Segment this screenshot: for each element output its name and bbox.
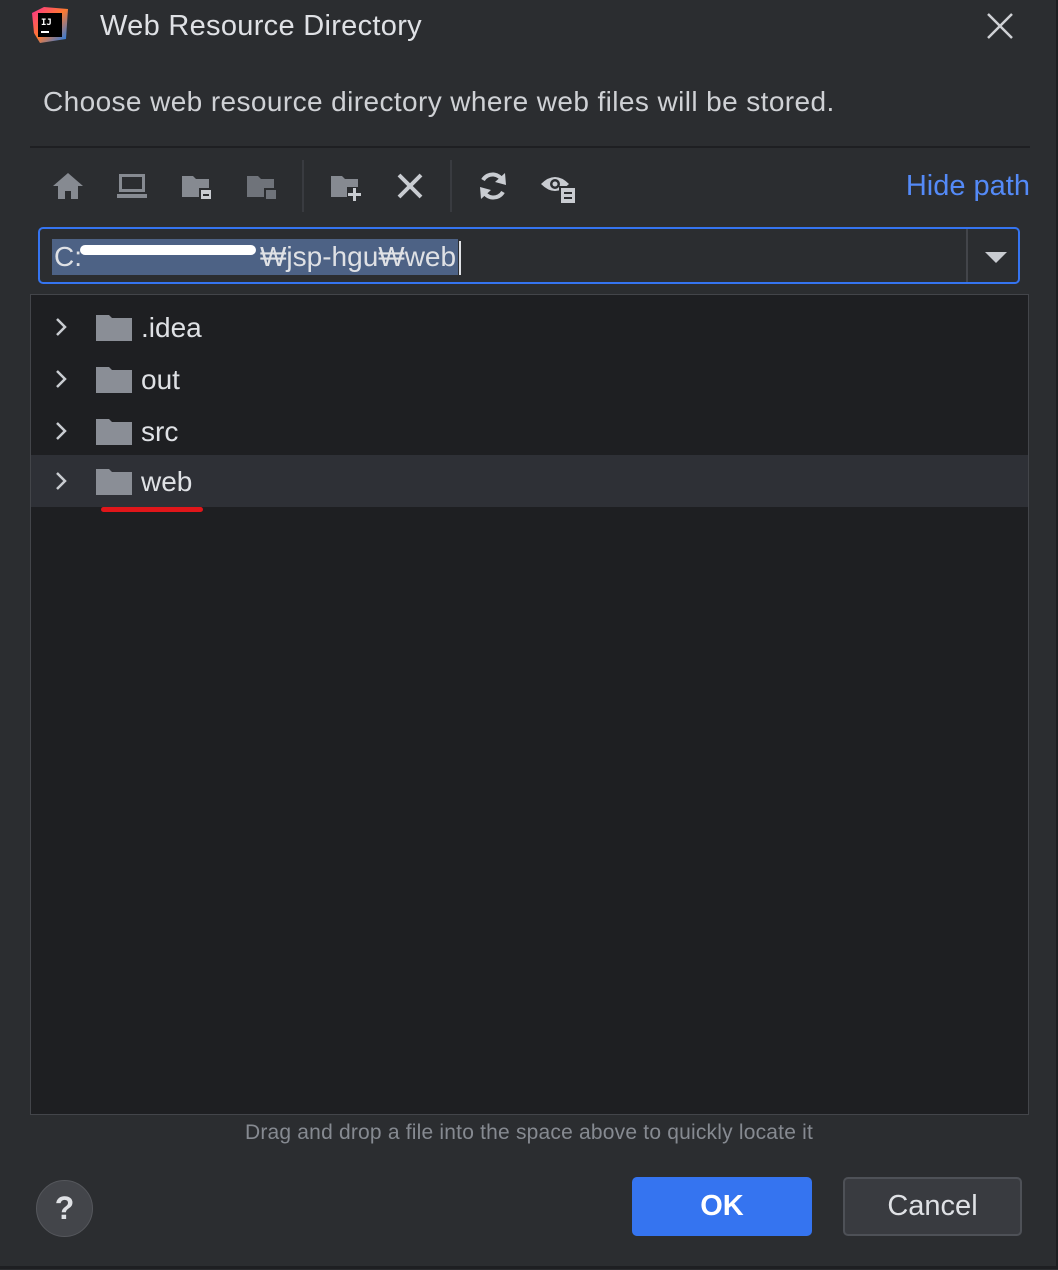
intellij-idea-icon: IJ: [32, 7, 68, 43]
separator: [30, 146, 1030, 148]
tree-item-label: out: [141, 364, 180, 395]
toolbar: Hide path: [30, 156, 1030, 216]
tree-item-label: web: [141, 466, 193, 497]
drag-drop-hint: Drag and drop a file into the space abov…: [244, 1121, 814, 1144]
new-folder-button[interactable]: [322, 162, 370, 210]
folder-icon: [96, 419, 132, 445]
chevron-right-icon[interactable]: [51, 469, 71, 493]
dialog-description: Choose web resource directory where web …: [43, 86, 835, 117]
tree-item-idea[interactable]: .idea: [31, 301, 1028, 353]
tree-item-src[interactable]: src: [31, 405, 1028, 457]
ok-button[interactable]: OK: [632, 1177, 812, 1236]
toolbar-separator: [302, 160, 304, 212]
new-folder-icon: [331, 176, 362, 202]
path-prefix: C:: [54, 241, 82, 272]
home-button[interactable]: [44, 162, 92, 210]
home-icon: [53, 173, 83, 199]
chevron-down-icon[interactable]: [982, 245, 1010, 269]
folder-icon: [96, 367, 132, 393]
file-tree[interactable]: .idea out src web: [30, 294, 1029, 1115]
cancel-button[interactable]: Cancel: [843, 1177, 1022, 1236]
module-folder-button[interactable]: [238, 162, 286, 210]
path-suffix: ₩jsp-hgu₩web: [260, 241, 457, 272]
text-caret: [459, 241, 462, 275]
chevron-right-icon[interactable]: [51, 367, 71, 391]
folder-icon: [96, 469, 132, 495]
delete-button[interactable]: [386, 162, 434, 210]
combo-separator: [966, 229, 968, 282]
module-folder-icon: [247, 176, 277, 200]
tree-item-out[interactable]: out: [31, 353, 1028, 405]
tree-item-label: .idea: [141, 312, 202, 343]
web-resource-directory-dialog: IJ Web Resource Directory Choose web res…: [0, 0, 1058, 1269]
delete-icon: [397, 173, 423, 199]
refresh-button[interactable]: [469, 162, 517, 210]
dialog-title: Web Resource Directory: [100, 10, 422, 42]
project-folder-icon: [182, 176, 212, 200]
show-hidden-files-icon: [541, 177, 577, 204]
tree-item-label: src: [141, 416, 179, 447]
desktop-button[interactable]: [108, 162, 156, 210]
refresh-icon: [480, 172, 506, 200]
redaction-mark: [80, 245, 256, 255]
tree-item-web[interactable]: web: [31, 455, 1028, 512]
desktop-icon: [117, 174, 147, 198]
path-input[interactable]: C: ₩jsp-hgu₩web: [38, 227, 1020, 284]
close-icon[interactable]: [980, 6, 1020, 46]
red-underline-annotation: [101, 507, 203, 512]
help-button[interactable]: ?: [36, 1180, 93, 1237]
hide-path-link[interactable]: Hide path: [906, 170, 1030, 203]
toolbar-separator: [450, 160, 452, 212]
svg-text:IJ: IJ: [41, 18, 52, 28]
title-bar: IJ Web Resource Directory: [0, 0, 1056, 60]
chevron-right-icon[interactable]: [51, 315, 71, 339]
chevron-right-icon[interactable]: [51, 419, 71, 443]
project-folder-button[interactable]: [173, 162, 221, 210]
show-hidden-files-button[interactable]: [535, 162, 583, 210]
folder-icon: [96, 315, 132, 341]
